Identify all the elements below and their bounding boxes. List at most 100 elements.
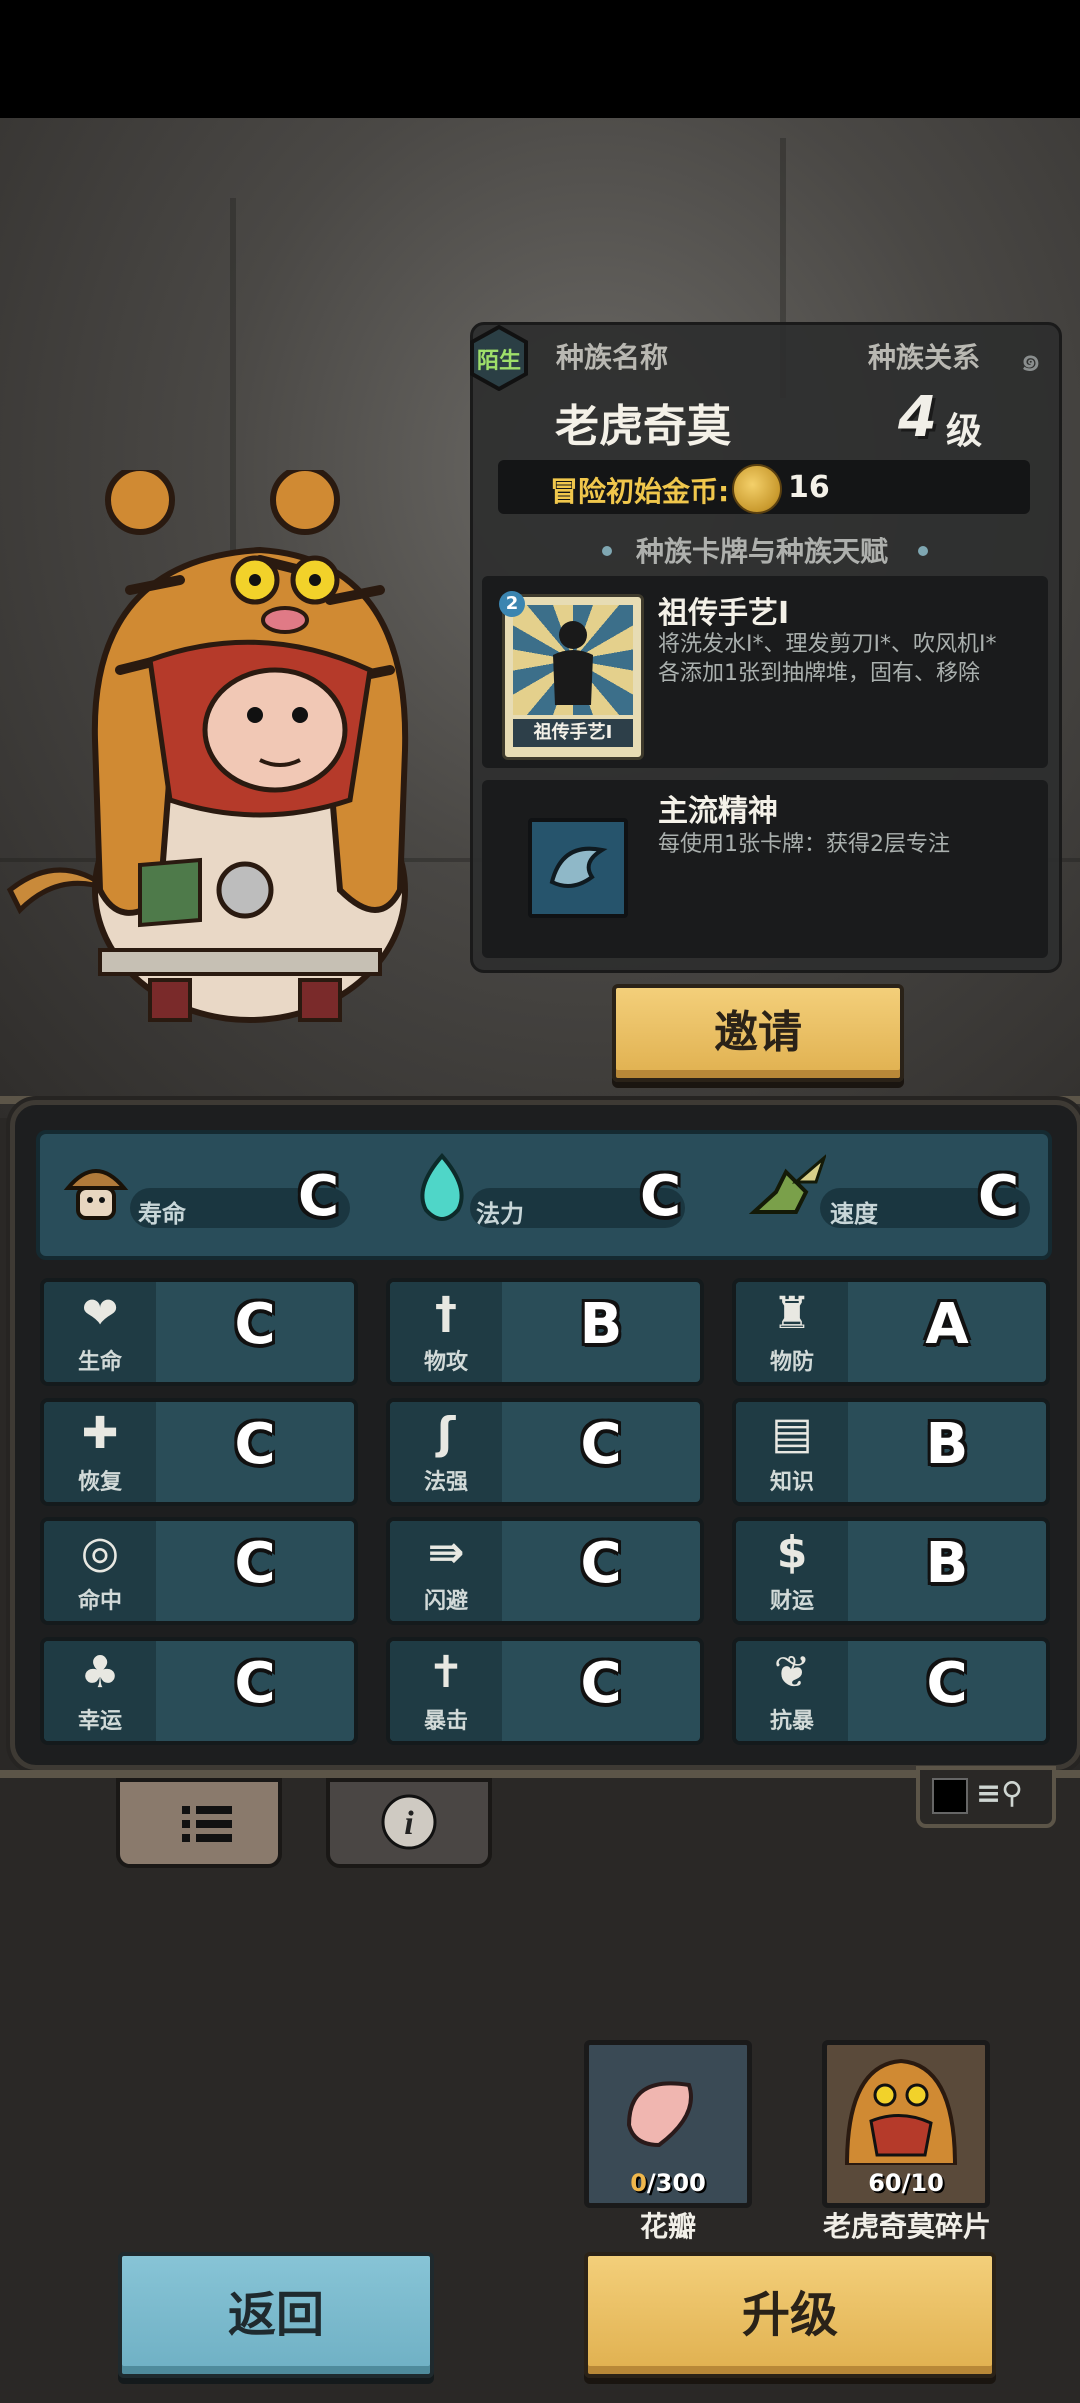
invite-button[interactable]: 邀请 [612,984,904,1082]
card-label: 祖传手艺I [513,719,633,747]
stat-icon-box: ʃ 法强 [390,1402,502,1502]
card-art [513,605,633,715]
skill-1-title: 祖传手艺I [658,596,790,631]
relation-swirl-icon[interactable]: ๑ [1020,332,1042,386]
skill-1-desc-line1: 将洗发水I*、理发剪刀I*、吹风机I* [658,632,997,657]
stat-grade: C [234,1651,276,1716]
stat-icon-box: ✝ 暴击 [390,1641,502,1741]
swirl-scroll-icon [549,846,608,888]
race-card[interactable]: 祖传手艺I 2 [499,591,644,760]
stat-icon-box: ⇛ 闪避 [390,1521,502,1621]
svg-text:i: i [404,1805,414,1842]
stat-label: 抗暴 [769,1709,814,1734]
tiger-chimo-character [6,470,409,1023]
petal-icon [626,2081,693,2148]
stat-grade: B [925,1412,969,1477]
stat-cell[interactable]: ◎ 命中 C [40,1517,358,1625]
stat-grade: C [580,1651,622,1716]
stat-label: 法强 [423,1470,468,1495]
shield-flower-icon: ❦ [773,1647,811,1698]
skill-1-desc-line2: 各添加1张到抽牌堆，固有、移除 [658,661,980,686]
skill-2-desc: 每使用1张卡牌：获得2层专注 [658,832,950,857]
stat-cell[interactable]: ʃ 法强 C [386,1398,704,1506]
stat-cell[interactable]: ♜ 物防 A [732,1278,1050,1386]
stat-label: 物防 [769,1350,814,1375]
info-icon: i [381,1794,437,1850]
winged-boot-icon [748,1154,826,1214]
blue-flame-icon [420,1152,464,1221]
staff-icon: ʃ [436,1408,456,1459]
stat-mana-grade: C [640,1164,682,1229]
tab-list[interactable] [116,1778,282,1868]
race-relation-label[interactable]: 种族关系 [868,336,980,376]
material-tiger-shard[interactable]: 60/10 [822,2040,990,2208]
start-gold-value: 16 [788,470,830,505]
petal-count: 0/300 [630,2169,706,2197]
stat-grade: C [234,1412,276,1477]
stat-cell[interactable]: ▤ 知识 B [732,1398,1050,1506]
book-icon: ▤ [771,1408,813,1459]
stat-icon-box: ♜ 物防 [736,1282,848,1382]
stat-speed-grade: C [978,1164,1020,1229]
stat-cell[interactable]: ✚ 恢复 C [40,1398,358,1506]
hero-name: 老虎奇莫 [555,401,731,452]
stat-lifespan-label: 寿命 [138,1200,186,1228]
material-petal[interactable]: 0/300 [584,2040,752,2208]
header-dot-right [918,546,928,556]
stat-icon-box: ✚ 恢复 [44,1402,156,1502]
skill-2-title: 主流精神 [658,794,778,829]
gold-coin-icon [732,464,782,514]
filter-search-icon[interactable]: ≡⚲ [976,1776,1023,1811]
dodge-arrow-icon: ⇛ [427,1527,465,1578]
filter-toggle[interactable]: ≡⚲ [916,1766,1056,1828]
card-cost-badge: 2 [499,591,525,617]
stat-lifespan-grade: C [298,1164,340,1229]
stat-grade: B [579,1292,623,1357]
stat-grade: B [925,1531,969,1596]
stat-icon-box: ❦ 抗暴 [736,1641,848,1741]
stat-cell[interactable]: ❦ 抗暴 C [732,1637,1050,1745]
tiger-portrait-icon [844,2058,958,2167]
status-bar [0,0,1080,118]
stat-cell[interactable]: ❤ 生命 C [40,1278,358,1386]
stat-cell[interactable]: ⇛ 闪避 C [386,1517,704,1625]
stat-label: 幸运 [77,1709,122,1734]
material-petal-name: 花瓣 [639,2210,696,2243]
stat-cell[interactable]: † 物攻 B [386,1278,704,1386]
mushroom-helmet-icon [63,1169,129,1220]
crit-icon: ✝ [427,1647,465,1698]
heart-icon: ❤ [81,1288,119,1339]
stat-label: 物攻 [423,1350,468,1375]
stat-label: 知识 [769,1470,814,1495]
stat-grade: C [580,1531,622,1596]
stat-icon-box: $ 财运 [736,1521,848,1621]
list-icon [182,1806,232,1842]
tab-info[interactable]: i [326,1778,492,1868]
hero-level-number: 4 [898,385,937,450]
clover-icon: ♣ [80,1647,120,1698]
start-gold-label: 冒险初始金币: [550,475,730,508]
stat-cell[interactable]: ✝ 暴击 C [386,1637,704,1745]
silhouette-icon [553,621,593,705]
material-tiger-shard-name: 老虎奇莫碎片 [822,2210,991,2243]
stat-icon-box: ▤ 知识 [736,1402,848,1502]
filter-checkbox[interactable] [932,1778,968,1814]
stat-label: 闪避 [423,1589,468,1614]
heart-plus-icon: ✚ [81,1408,119,1459]
talent-icon[interactable] [528,818,628,918]
stat-label: 暴击 [423,1709,468,1734]
stat-cell[interactable]: ♣ 幸运 C [40,1637,358,1745]
back-button[interactable]: 返回 [118,2252,434,2378]
stat-label: 生命 [77,1350,122,1375]
upgrade-button[interactable]: 升级 [584,2252,996,2378]
stat-icon-box: ♣ 幸运 [44,1641,156,1741]
stat-icon-box: † 物攻 [390,1282,502,1382]
race-name-label: 种族名称 [556,341,669,374]
stat-label: 恢复 [77,1470,122,1495]
stat-grade: C [580,1412,622,1477]
stat-mana-label: 法力 [476,1200,524,1228]
stat-cell[interactable]: $ 财运 B [732,1517,1050,1625]
stat-grade: C [234,1531,276,1596]
stat-speed-label: 速度 [830,1200,878,1228]
stat-icon-box: ◎ 命中 [44,1521,156,1621]
